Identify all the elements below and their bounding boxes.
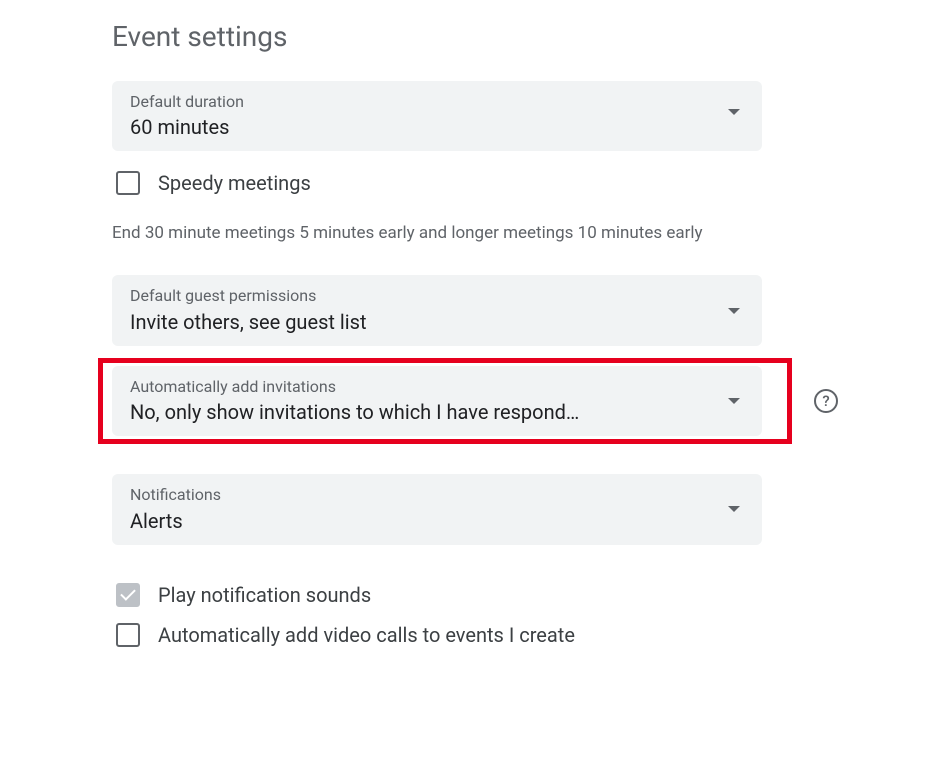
default-duration-value: 60 minutes	[130, 115, 714, 139]
auto-invitations-value: No, only show invitations to which I hav…	[130, 400, 714, 424]
notifications-value: Alerts	[130, 509, 714, 533]
chevron-down-icon	[728, 506, 740, 512]
event-settings-title: Event settings	[112, 20, 940, 53]
notifications-label: Notifications	[130, 484, 714, 506]
default-duration-label: Default duration	[130, 91, 714, 113]
auto-invitations-dropdown[interactable]: Automatically add invitations No, only s…	[112, 366, 762, 436]
guest-permissions-dropdown[interactable]: Default guest permissions Invite others,…	[112, 275, 762, 345]
auto-video-label: Automatically add video calls to events …	[158, 623, 575, 647]
play-sounds-checkbox[interactable]	[116, 583, 140, 607]
notifications-dropdown[interactable]: Notifications Alerts	[112, 474, 762, 544]
speedy-meetings-checkbox[interactable]	[116, 171, 140, 195]
auto-invitations-label: Automatically add invitations	[130, 376, 714, 398]
chevron-down-icon	[728, 398, 740, 404]
auto-video-checkbox[interactable]	[116, 623, 140, 647]
chevron-down-icon	[728, 109, 740, 115]
speedy-meetings-label: Speedy meetings	[158, 171, 311, 195]
default-duration-dropdown[interactable]: Default duration 60 minutes	[112, 81, 762, 151]
speedy-meetings-helper: End 30 minute meetings 5 minutes early a…	[112, 223, 792, 243]
guest-permissions-value: Invite others, see guest list	[130, 310, 714, 334]
play-sounds-label: Play notification sounds	[158, 583, 371, 607]
guest-permissions-label: Default guest permissions	[130, 285, 714, 307]
chevron-down-icon	[728, 308, 740, 314]
help-icon[interactable]: ?	[814, 389, 838, 413]
